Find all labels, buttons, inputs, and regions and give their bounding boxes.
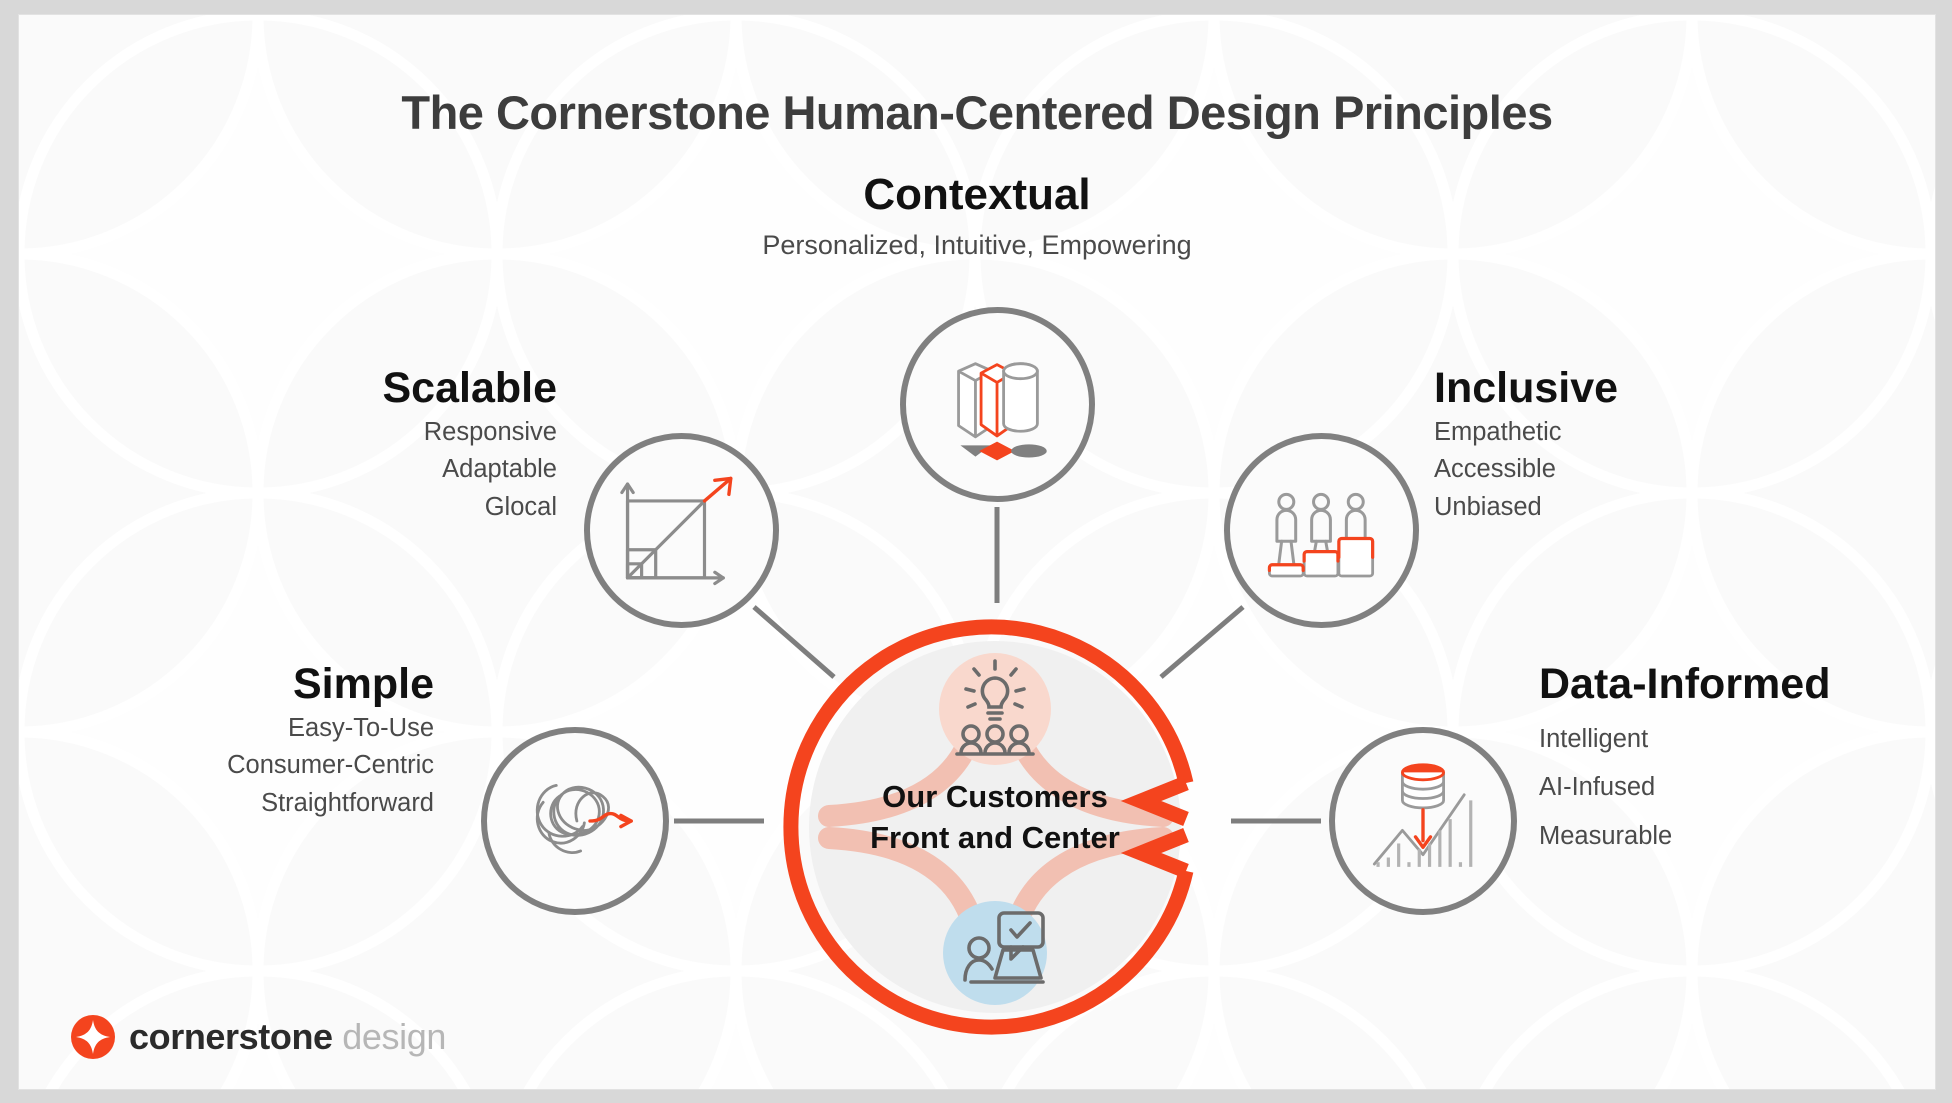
principle-label-contextual: Contextual Personalized, Intuitive, Empo… <box>19 170 1935 262</box>
principle-attribute-scalable-2: Glocal <box>484 493 557 522</box>
center-hub-line2: Front and Center <box>870 819 1120 855</box>
center-hub-line1: Our Customers <box>882 779 1108 814</box>
principle-attribute-data-informed-2: Measurable <box>1539 822 1673 851</box>
principle-label-scalable: Scalable Responsive Adaptable Glocal <box>257 364 558 524</box>
principle-icon-contextual[interactable] <box>900 307 1095 502</box>
principle-attribute-inclusive-2: Unbiased <box>1434 493 1542 522</box>
principle-heading-inclusive: Inclusive <box>1434 364 1619 412</box>
principle-attribute-simple-2: Straightforward <box>261 789 434 818</box>
person-laptop-check-icon <box>943 901 1047 1005</box>
principle-label-data-informed: Data-Informed Intelligent AI-Infused Mea… <box>1539 660 1929 853</box>
principle-attribute-scalable-1: Adaptable <box>442 455 557 484</box>
brand-name-strong: cornerstone <box>129 1016 333 1057</box>
principle-attribute-inclusive-1: Accessible <box>1434 455 1556 484</box>
principle-attribute-data-informed-1: AI-Infused <box>1539 773 1656 802</box>
center-hub: Our Customers Front and Center <box>771 603 1219 1051</box>
growth-arrow-squares-icon <box>620 476 733 586</box>
cornerstone-star-mark-icon <box>71 1015 115 1059</box>
database-chart-arrow-icon <box>1372 763 1473 867</box>
principle-heading-scalable: Scalable <box>382 364 558 412</box>
principle-attribute-data-informed-0: Intelligent <box>1539 724 1649 753</box>
principle-attribute-simple-0: Easy-To-Use <box>288 713 434 742</box>
principle-icon-inclusive[interactable] <box>1224 433 1419 628</box>
principle-heading-simple: Simple <box>293 660 434 708</box>
slide-canvas: The Cornerstone Human-Centered Design Pr… <box>18 14 1936 1090</box>
brand-logo: cornerstone design <box>71 1015 446 1059</box>
principle-icon-scalable[interactable] <box>584 433 779 628</box>
principle-attribute-inclusive-0: Empathetic <box>1434 417 1562 446</box>
three-3d-shapes-icon <box>957 362 1047 461</box>
center-hub-label: Our Customers Front and Center <box>771 777 1219 859</box>
principle-label-inclusive: Inclusive Empathetic Accessible Unbiased <box>1434 364 1734 524</box>
principle-icon-data-informed[interactable] <box>1329 727 1517 915</box>
principle-icon-simple[interactable] <box>481 727 669 915</box>
principle-heading-data-informed: Data-Informed <box>1539 660 1831 708</box>
principle-heading-contextual: Contextual <box>863 170 1091 219</box>
principle-label-simple: Simple Easy-To-Use Consumer-Centric Stra… <box>159 660 434 820</box>
brand-name-light: design <box>342 1016 446 1057</box>
page-title: The Cornerstone Human-Centered Design Pr… <box>401 86 1553 139</box>
lightbulb-people-icon <box>939 653 1051 765</box>
tangle-to-arrow-icon <box>535 784 633 854</box>
principle-attribute-scalable-0: Responsive <box>423 417 557 446</box>
principle-attribute-simple-1: Consumer-Centric <box>227 751 434 780</box>
brand-logo-text: cornerstone design <box>129 1016 446 1058</box>
principle-attribute-contextual-0: Personalized, Intuitive, Empowering <box>762 229 1192 260</box>
equity-people-boxes-icon <box>1267 492 1375 578</box>
